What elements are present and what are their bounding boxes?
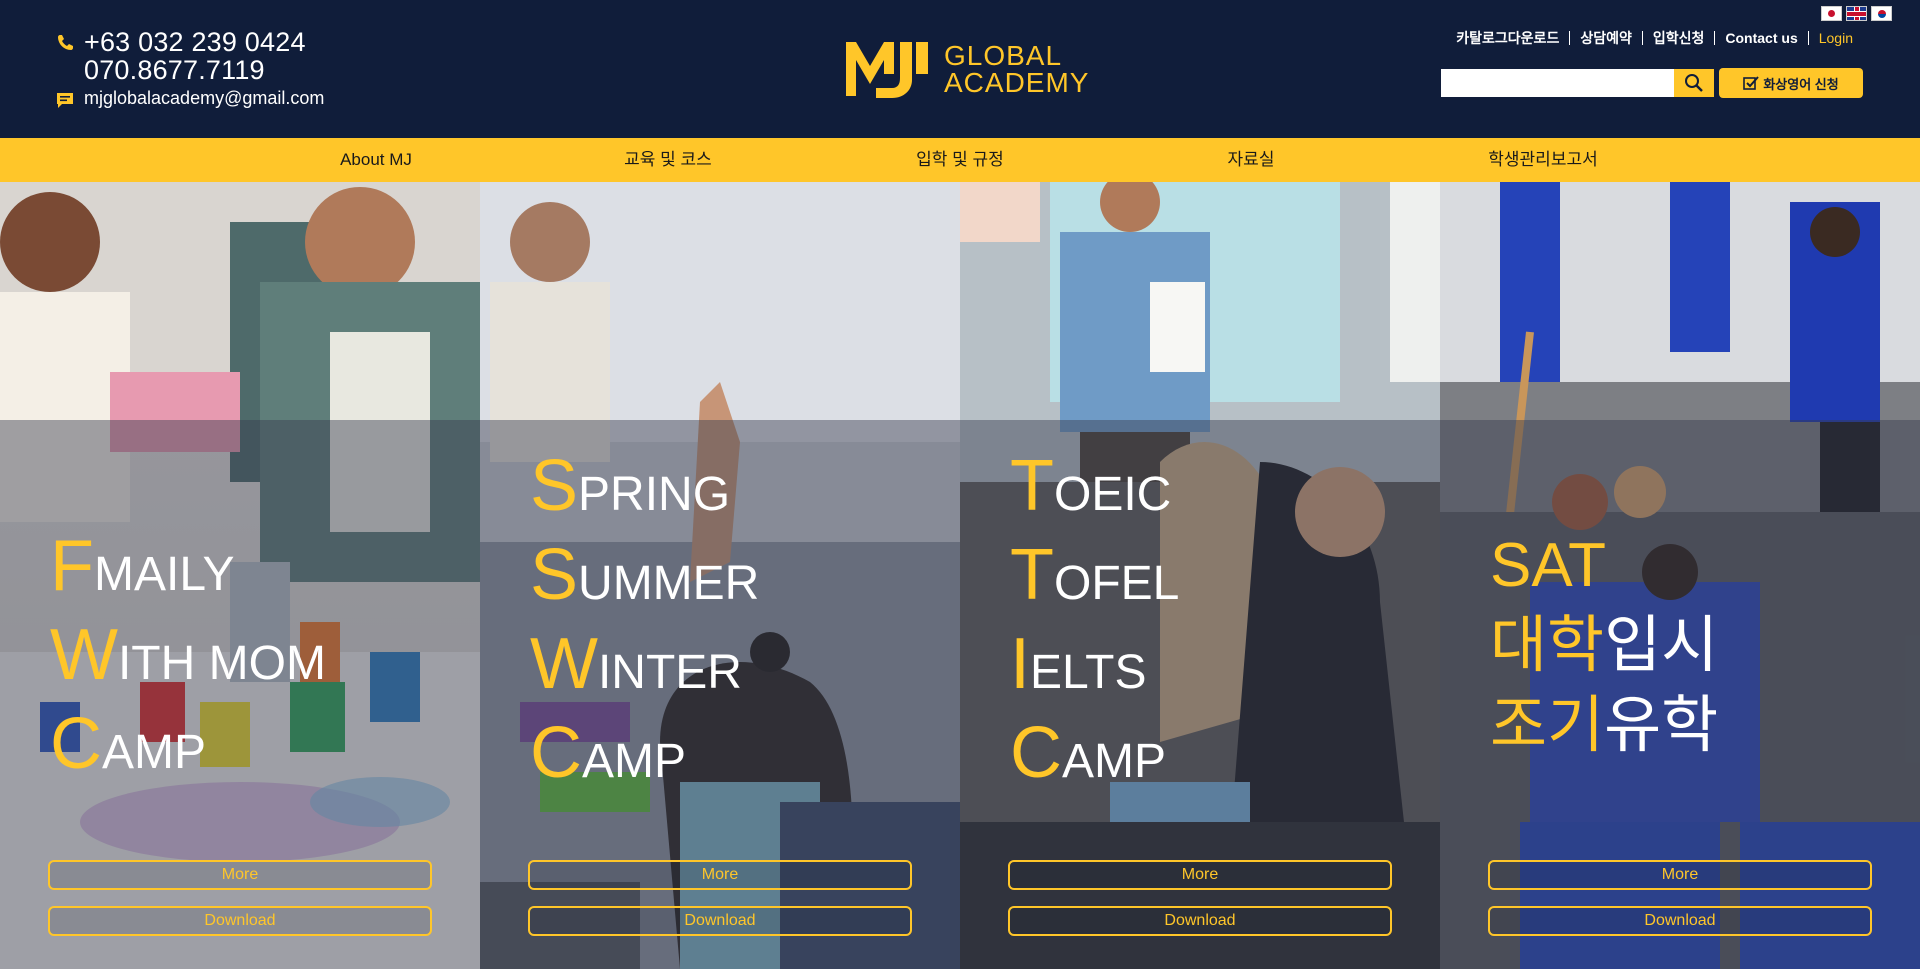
phone-row: +63 032 239 0424 070.8677.7119 <box>56 28 324 84</box>
apply-button-label: 화상영어 신청 <box>1763 76 1839 92</box>
title-initial: W <box>530 624 598 704</box>
korea-flag-icon[interactable] <box>1871 6 1892 21</box>
search-button[interactable] <box>1674 69 1714 97</box>
nav-item-student-reports[interactable]: 학생관리보고서 <box>1488 138 1597 182</box>
language-flags <box>1821 6 1892 21</box>
video-english-apply-button[interactable]: 화상영어 신청 <box>1719 68 1863 98</box>
checkbox-icon <box>1743 76 1760 90</box>
title-highlight: 대학 <box>1490 611 1605 680</box>
family-camp-title: FMAILY WITH MOM CAMP <box>50 526 326 793</box>
mj-logo-mark-icon <box>846 42 928 98</box>
link-catalog-download[interactable]: 카탈로그다운로드 <box>1446 31 1569 45</box>
title-initial: C <box>530 713 582 793</box>
title-initial: C <box>50 704 102 784</box>
nav-item-about[interactable]: About MJ <box>340 138 412 182</box>
title-initial: S <box>530 446 579 526</box>
site-header: +63 032 239 0424 070.8677.7119 mjglobala… <box>0 0 1920 138</box>
more-button[interactable]: More <box>528 860 912 890</box>
more-button[interactable]: More <box>1008 860 1392 890</box>
test-camp-title: TOEIC TOFEL IELTS CAMP <box>1010 446 1179 802</box>
season-camp-title: SPRING SUMMER WINTER CAMP <box>530 446 759 802</box>
more-button[interactable]: More <box>48 860 432 890</box>
title-initial: W <box>50 615 118 695</box>
email-address[interactable]: mjglobalacademy@gmail.com <box>84 88 324 109</box>
search-bar <box>1441 69 1714 97</box>
title-initial: C <box>1010 713 1062 793</box>
download-button[interactable]: Download <box>1488 906 1872 936</box>
title-initial: T <box>1010 535 1054 615</box>
title-initial: T <box>1010 446 1054 526</box>
phone-icon <box>58 35 73 50</box>
uk-flag-icon[interactable] <box>1846 6 1867 21</box>
panel-test-camp: TOEIC TOFEL IELTS CAMP More Download <box>960 182 1440 969</box>
phone-number-1[interactable]: +63 032 239 0424 <box>84 28 306 56</box>
title-rest: ELTS <box>1030 646 1147 699</box>
title-initial: I <box>1010 624 1031 704</box>
site-logo[interactable]: GLOBAL ACADEMY <box>846 34 1089 104</box>
phone-number-2[interactable]: 070.8677.7119 <box>84 56 306 84</box>
title-rest: INTER <box>597 646 742 699</box>
title-rest: UMMER <box>578 557 760 610</box>
link-admission-apply[interactable]: 입학신청 <box>1641 31 1715 45</box>
download-button[interactable]: Download <box>48 906 432 936</box>
logo-text-academy: ACADEMY <box>944 67 1090 98</box>
title-initial: F <box>50 526 94 606</box>
link-contact-us[interactable]: Contact us <box>1714 31 1807 45</box>
top-links: 카탈로그다운로드 상담예약 입학신청 Contact us Login <box>1446 31 1863 45</box>
more-button[interactable]: More <box>1488 860 1872 890</box>
search-icon <box>1685 74 1703 92</box>
title-rest: OEIC <box>1053 468 1172 521</box>
download-button[interactable]: Download <box>528 906 912 936</box>
contact-info: +63 032 239 0424 070.8677.7119 mjglobala… <box>56 28 324 109</box>
title-rest: 입시 <box>1604 611 1719 680</box>
title-initial: S <box>530 535 579 615</box>
title-rest: AMP <box>1062 735 1167 788</box>
nav-item-courses[interactable]: 교육 및 코스 <box>624 138 712 182</box>
link-consult-booking[interactable]: 상담예약 <box>1569 31 1642 45</box>
title-rest: PRING <box>578 468 731 521</box>
logo-text-global: GLOBAL <box>944 40 1063 71</box>
panel-sat-study-abroad: SAT 대학입시 조기유학 More Download <box>1440 182 1920 969</box>
title-highlight: 조기 <box>1490 691 1605 760</box>
nav-item-resources[interactable]: 자료실 <box>1228 138 1275 182</box>
nav-item-admission[interactable]: 입학 및 규정 <box>916 138 1004 182</box>
program-panels: FMAILY WITH MOM CAMP More Download SPRIN… <box>0 182 1920 969</box>
main-nav: About MJ 교육 및 코스 입학 및 규정 자료실 학생관리보고서 <box>0 138 1920 182</box>
email-row: mjglobalacademy@gmail.com <box>56 88 324 109</box>
panel-season-camp: SPRING SUMMER WINTER CAMP More Download <box>480 182 960 969</box>
search-input[interactable] <box>1441 69 1674 97</box>
title-rest: AMP <box>582 735 687 788</box>
title-rest: MAILY <box>93 548 235 601</box>
link-login[interactable]: Login <box>1807 31 1863 45</box>
sat-study-abroad-title: SAT 대학입시 조기유학 <box>1490 526 1718 766</box>
title-rest: 유학 <box>1604 691 1719 760</box>
title-rest: AMP <box>102 726 207 779</box>
download-button[interactable]: Download <box>1008 906 1392 936</box>
title-rest: ITH MOM <box>117 637 326 690</box>
title-rest: OFEL <box>1053 557 1180 610</box>
japan-flag-icon[interactable] <box>1821 6 1842 21</box>
message-icon <box>57 92 73 108</box>
title-highlight: SAT <box>1490 531 1606 600</box>
panel-family-camp: FMAILY WITH MOM CAMP More Download <box>0 182 480 969</box>
